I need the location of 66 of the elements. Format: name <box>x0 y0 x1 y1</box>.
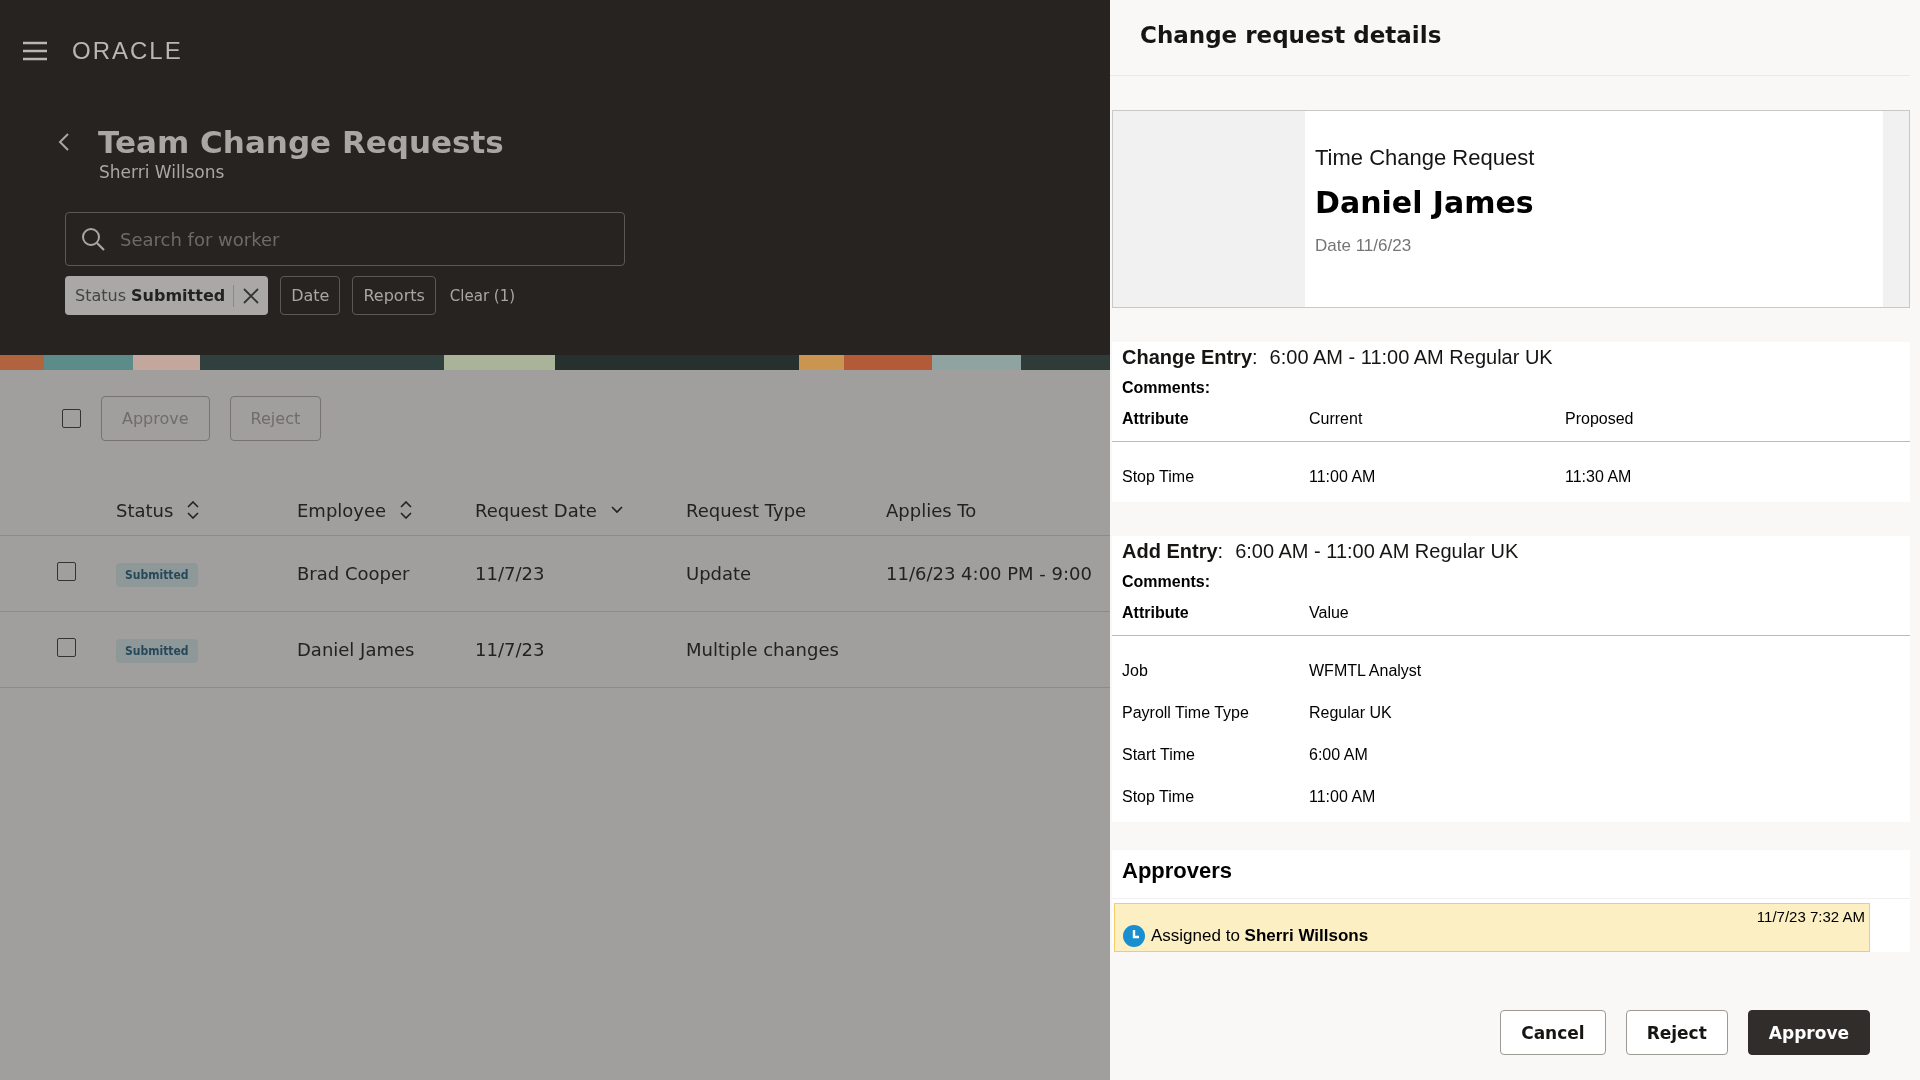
status-badge: Submitted <box>116 563 198 587</box>
table-cell-text: 6:00 AM <box>1308 746 1369 764</box>
employee-name: Daniel James <box>1315 185 1535 220</box>
search-icon <box>81 227 105 251</box>
approvers-heading: Approvers <box>1112 850 1910 899</box>
table-cell-text: 11/7/23 <box>475 563 546 584</box>
table-cell-text: Multiple changes <box>686 639 840 660</box>
status-badge: Submitted <box>116 639 198 663</box>
action-button[interactable]: Cancel <box>1500 1010 1606 1055</box>
table-cell-text: 11:30 AM <box>1564 468 1633 486</box>
entry-summary: 6:00 AM - 11:00 AM Regular UK <box>1235 540 1519 563</box>
column-header: Attribute <box>1121 410 1190 428</box>
select-all-checkbox[interactable] <box>62 409 81 428</box>
request-date: Date 11/6/23 <box>1315 236 1413 256</box>
column-header[interactable]: Employee <box>297 499 387 521</box>
sort-icon[interactable] <box>400 501 413 519</box>
drawer-title: Change request details <box>1110 0 1910 76</box>
filter-chip[interactable]: Status Submitted <box>65 276 269 315</box>
table-cell-text: Stop Time <box>1121 788 1196 806</box>
entry-heading: Add Entry: <box>1122 540 1224 563</box>
column-header: Attribute <box>1121 604 1190 622</box>
table-cell-text: Update <box>686 563 753 584</box>
column-header: Value <box>1308 604 1350 622</box>
comments-label: Comments: <box>1121 572 1211 591</box>
table-cell-text: Brad Cooper <box>297 563 411 584</box>
table-cell-text: Stop Time <box>1121 468 1196 486</box>
clear-link[interactable]: Clear (1) <box>447 286 516 305</box>
table-cell-text: Regular UK <box>1308 704 1393 722</box>
search-field[interactable]: Search for worker <box>65 212 625 266</box>
row-checkbox[interactable] <box>57 638 76 657</box>
table-cell-text: 11/6/23 4:00 PM - 9:00 <box>886 563 1093 584</box>
menu-icon[interactable] <box>22 41 48 61</box>
entry-summary: 6:00 AM - 11:00 AM Regular UK <box>1269 346 1553 369</box>
table-cell-text: Payroll Time Type <box>1121 704 1250 722</box>
request-type: Time Change Request <box>1315 145 1536 171</box>
entry-heading: Change Entry: <box>1122 346 1258 369</box>
table-cell-text: Start Time <box>1121 746 1196 764</box>
approver-text: Assigned to Sherri Willsons <box>1151 926 1369 946</box>
filter-button[interactable]: Reports <box>352 276 436 315</box>
column-header[interactable]: Applies To <box>886 499 977 521</box>
approve-button[interactable]: Approve <box>1747 1010 1870 1055</box>
chip-label: Status Submitted <box>75 286 226 305</box>
row-checkbox[interactable] <box>57 562 76 581</box>
sort-icon[interactable] <box>187 501 200 519</box>
page-title: Team Change Requests <box>98 124 504 160</box>
action-button[interactable]: Reject <box>1625 1010 1728 1055</box>
back-icon[interactable] <box>58 132 70 152</box>
table-cell-text: Job <box>1121 662 1149 680</box>
comments-label: Comments: <box>1121 378 1211 397</box>
table-cell-text: 11:00 AM <box>1308 468 1377 486</box>
column-header: Current <box>1308 410 1364 428</box>
filter-button[interactable]: Date <box>280 276 341 315</box>
column-header[interactable]: Request Date <box>475 499 597 521</box>
approver-time: 11/7/23 7:32 AM <box>1755 908 1865 925</box>
sort-descending-icon[interactable] <box>610 506 623 514</box>
table-cell-text: WFMTL Analyst <box>1308 662 1423 680</box>
table-cell-text: Daniel James <box>297 639 416 660</box>
column-header[interactable]: Request Type <box>686 499 807 521</box>
table-cell-text: 11:00 AM <box>1308 788 1377 806</box>
clock-icon <box>1123 925 1145 947</box>
page-subtitle: Sherri Willsons <box>98 161 226 182</box>
column-header[interactable]: Status <box>116 499 174 521</box>
table-cell-text: 11/7/23 <box>475 639 546 660</box>
close-icon[interactable] <box>242 286 261 305</box>
logo: ORACLE <box>72 37 183 65</box>
column-header: Proposed <box>1564 410 1635 428</box>
